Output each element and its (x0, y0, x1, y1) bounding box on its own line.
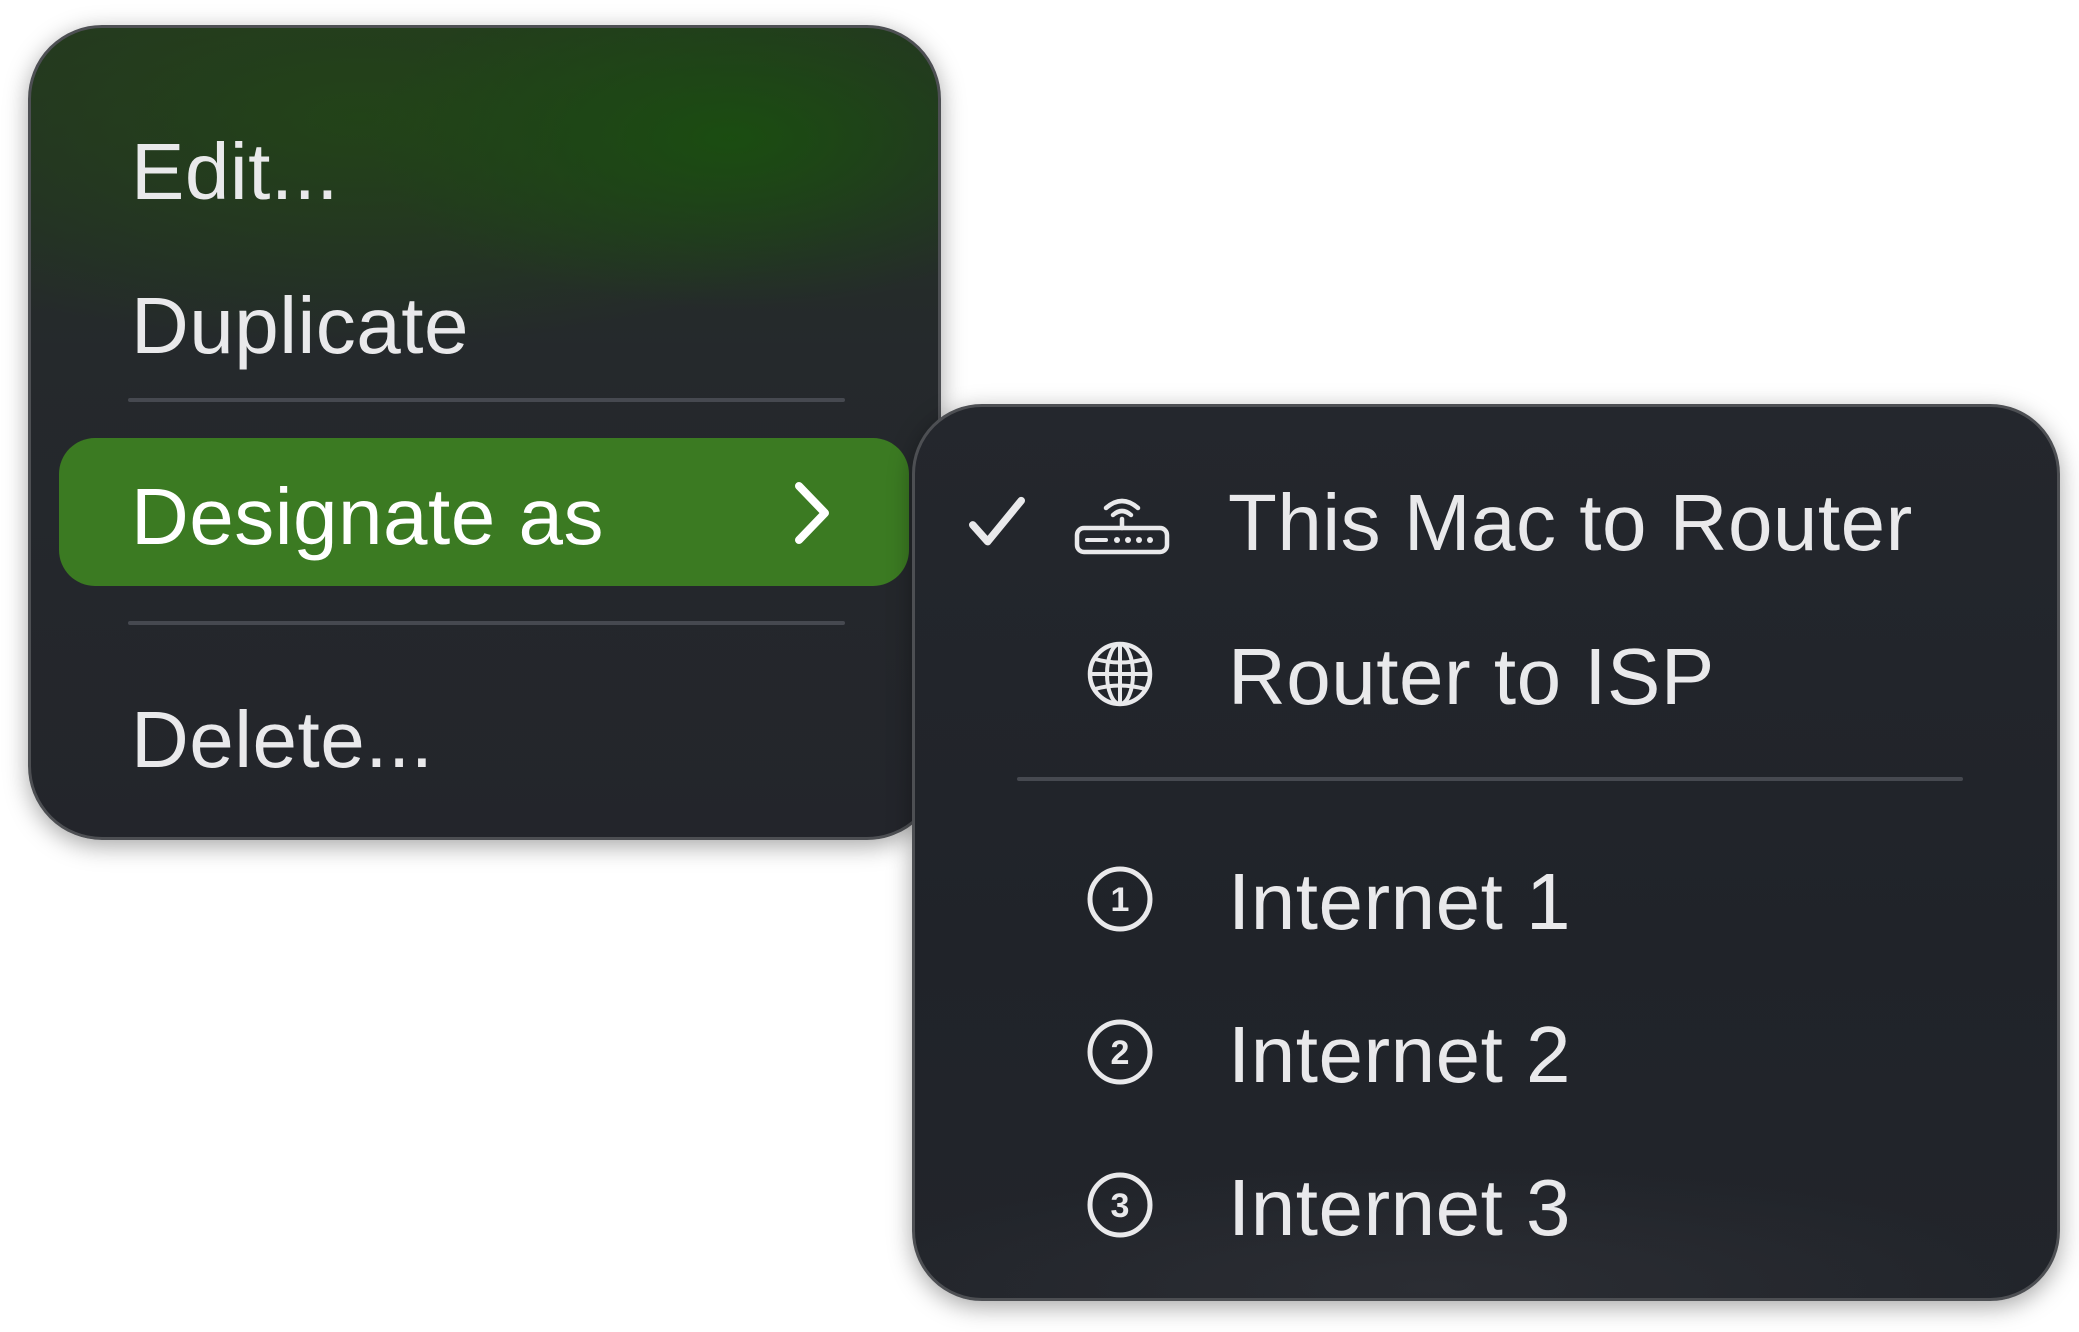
menu-separator (128, 621, 845, 625)
router-icon (1074, 498, 1170, 555)
circled-1-glyph: 1 (1111, 881, 1130, 919)
checkmark-icon (969, 496, 1025, 546)
submenu-separator (1017, 777, 1963, 781)
circled-3-icon: 3 (1087, 1172, 1153, 1238)
menu-item-delete[interactable]: Delete... (131, 700, 433, 780)
submenu-item-label: Internet 1 (1228, 857, 1572, 946)
menu-item-edit[interactable]: Edit... (131, 132, 339, 212)
submenu-item-router-to-isp[interactable]: Router to ISP (915, 611, 2057, 741)
submenu-item-label: Internet 2 (1228, 1010, 1572, 1099)
submenu-item-label: This Mac to Router (1228, 478, 1913, 567)
chevron-right-icon (795, 482, 829, 544)
circled-3-glyph: 3 (1111, 1187, 1130, 1225)
menu-item-duplicate[interactable]: Duplicate (131, 286, 469, 366)
menu-item-designate-as[interactable]: Designate as (59, 438, 909, 586)
submenu-item-internet-3[interactable]: 3 Internet 3 (915, 1140, 2057, 1270)
designate-as-submenu: This Mac to Router Router to ISP 1 Inter… (912, 404, 2060, 1301)
menu-stage: Edit... Duplicate Designate as Delete... (0, 0, 2079, 1332)
context-menu: Edit... Duplicate Designate as Delete... (28, 25, 941, 840)
globe-icon (1087, 641, 1153, 707)
circled-2-glyph: 2 (1111, 1034, 1130, 1072)
submenu-item-internet-1[interactable]: 1 Internet 1 (915, 834, 2057, 964)
menu-item-designate-as-label: Designate as (131, 472, 604, 561)
menu-separator (128, 398, 845, 402)
submenu-item-label: Router to ISP (1228, 632, 1715, 721)
circled-1-icon: 1 (1087, 866, 1153, 932)
submenu-item-this-mac-to-router[interactable]: This Mac to Router (915, 457, 2057, 587)
submenu-item-internet-2[interactable]: 2 Internet 2 (915, 987, 2057, 1117)
circled-2-icon: 2 (1087, 1019, 1153, 1085)
submenu-item-label: Internet 3 (1228, 1163, 1572, 1252)
